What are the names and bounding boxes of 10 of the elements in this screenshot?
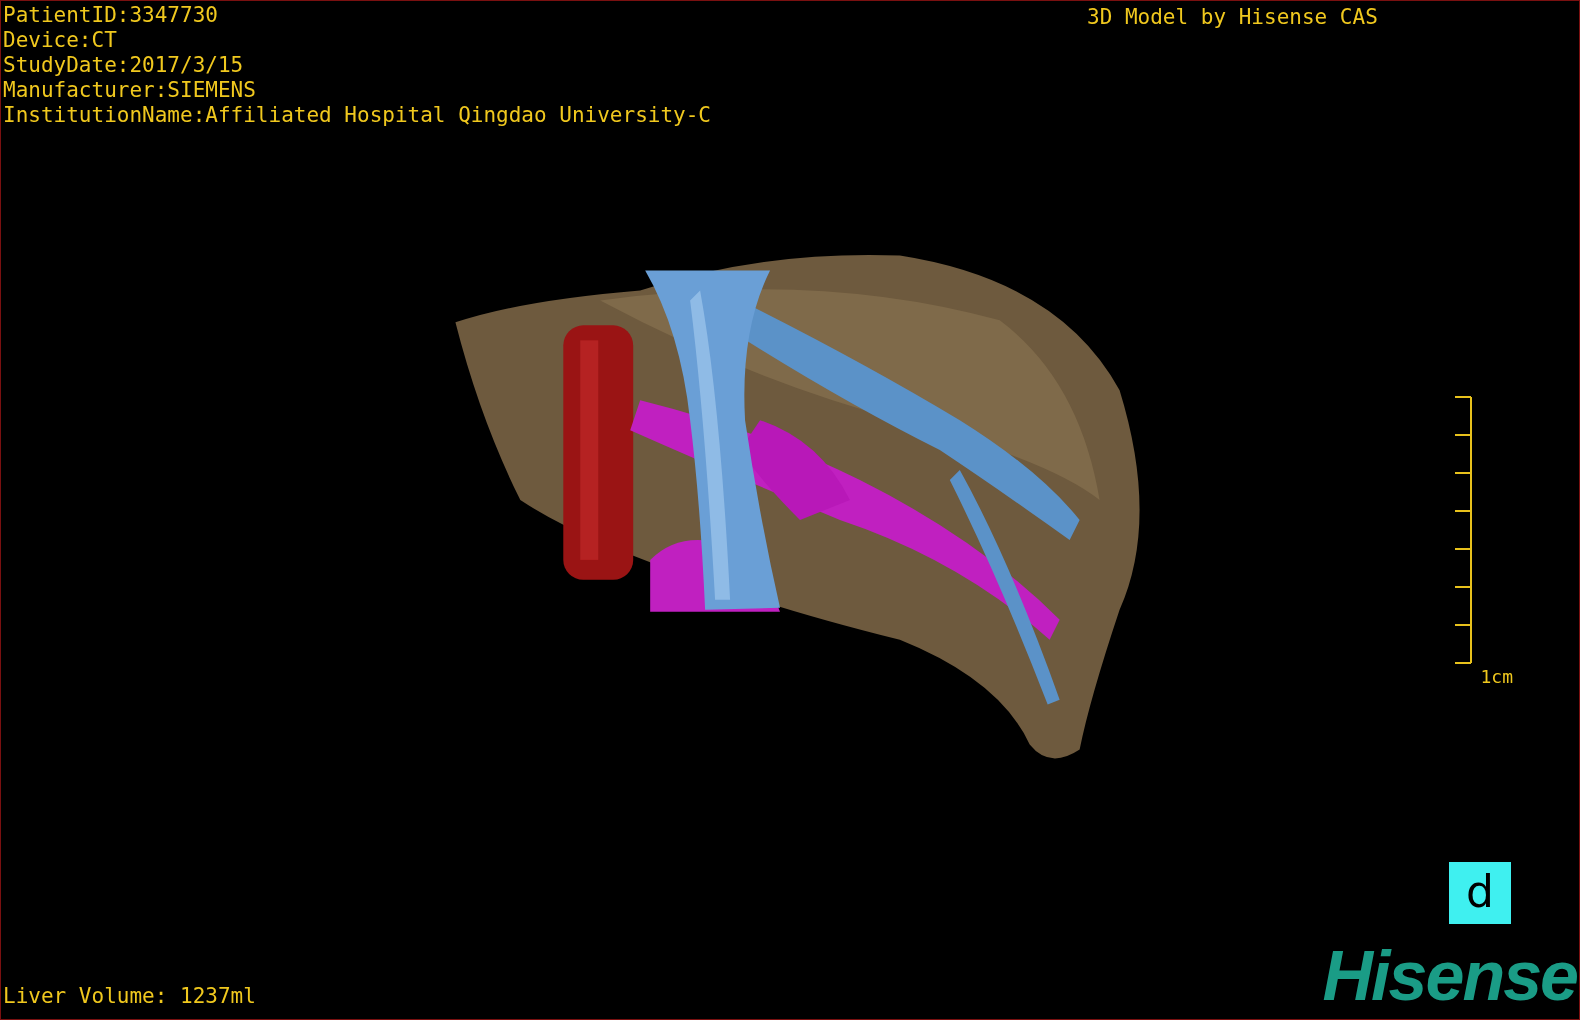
orientation-marker: d <box>1449 862 1511 924</box>
info-text: Manufacturer:SIEMENS <box>3 78 256 103</box>
info-text: PatientID:3347730 <box>3 3 218 28</box>
info-text: StudyDate:2017/3/15 <box>3 53 244 78</box>
info-text: Device:CT <box>3 28 117 53</box>
logo: Hisense <box>1322 941 1577 1011</box>
model-title: 3D Model by Hisense CAS <box>1087 5 1378 30</box>
info-text: InstitutionName:Affiliated Hospital Qingdao University-C <box>3 103 711 128</box>
scale-label: 1cm <box>1480 666 1513 688</box>
liver-volume: Liver Volume: 1237ml <box>3 984 256 1009</box>
